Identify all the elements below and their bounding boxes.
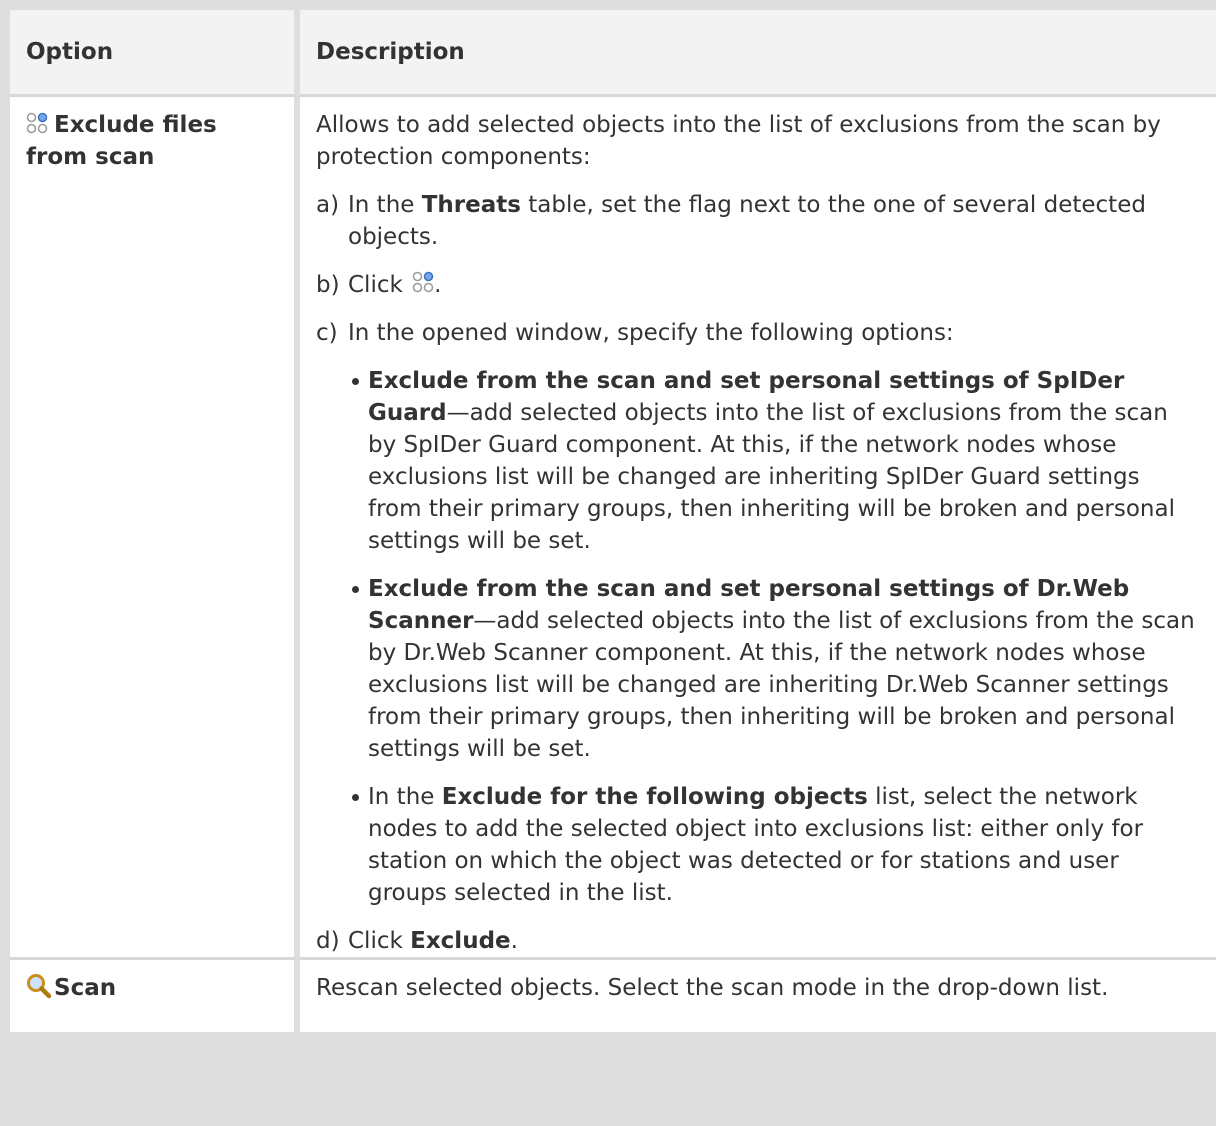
step-b: b) Click . [316,269,1200,301]
header-option: Option [10,10,300,97]
bullet-1-text: —add selected objects into the list of e… [368,400,1175,554]
bullet-3-bold: Exclude for the following objects [441,784,868,810]
step-a: a) In the Threats table, set the flag ne… [316,189,1200,253]
exclude-dots-icon [26,112,48,134]
bullet-2-text: —add selected objects into the list of e… [368,608,1195,762]
step-d-label: d) [316,928,340,954]
step-c-label: c) [316,320,338,346]
step-b-suffix: . [434,272,442,298]
option-label-scan: Scan [54,975,117,1001]
header-description: Description [300,10,1216,97]
table-header-row: Option Description [10,10,1216,97]
option-cell: Exclude files from scan [10,97,300,960]
description-cell: Rescan selected objects. Select the scan… [300,960,1216,1032]
list-item: Exclude from the scan and set personal s… [348,365,1200,557]
step-a-bold: Threats [421,192,521,218]
option-cell: Scan [10,960,300,1032]
scan-description: Rescan selected objects. Select the scan… [316,975,1109,1001]
table-row: Scan Rescan selected objects. Select the… [10,960,1216,1032]
exclude-dots-icon [412,271,434,293]
step-d-prefix: Click [348,928,411,954]
step-d: d) Click Exclude. [316,925,1200,957]
options-list: Exclude from the scan and set personal s… [348,365,1200,909]
magnifier-icon [27,974,52,999]
list-item: In the Exclude for the following objects… [348,781,1200,909]
step-d-bold: Exclude [410,928,511,954]
description-intro: Allows to add selected objects into the … [316,112,1161,170]
step-b-label: b) [316,272,340,298]
page-frame: Option Description Exclude files from sc… [0,0,1216,1126]
list-item: Exclude from the scan and set personal s… [348,573,1200,765]
options-table: Option Description Exclude files from sc… [10,10,1216,1032]
step-a-label: a) [316,192,340,218]
bullet-3-prefix: In the [368,784,442,810]
step-c-text: In the opened window, specify the follow… [348,320,954,346]
step-a-prefix: In the [348,192,422,218]
step-b-prefix: Click [348,272,411,298]
step-d-suffix: . [510,928,518,954]
option-label-exclude: Exclude files from scan [26,112,217,170]
step-c: c) In the opened window, specify the fol… [316,317,1200,909]
description-cell: Allows to add selected objects into the … [300,97,1216,960]
table-row: Exclude files from scan Allows to add se… [10,97,1216,960]
